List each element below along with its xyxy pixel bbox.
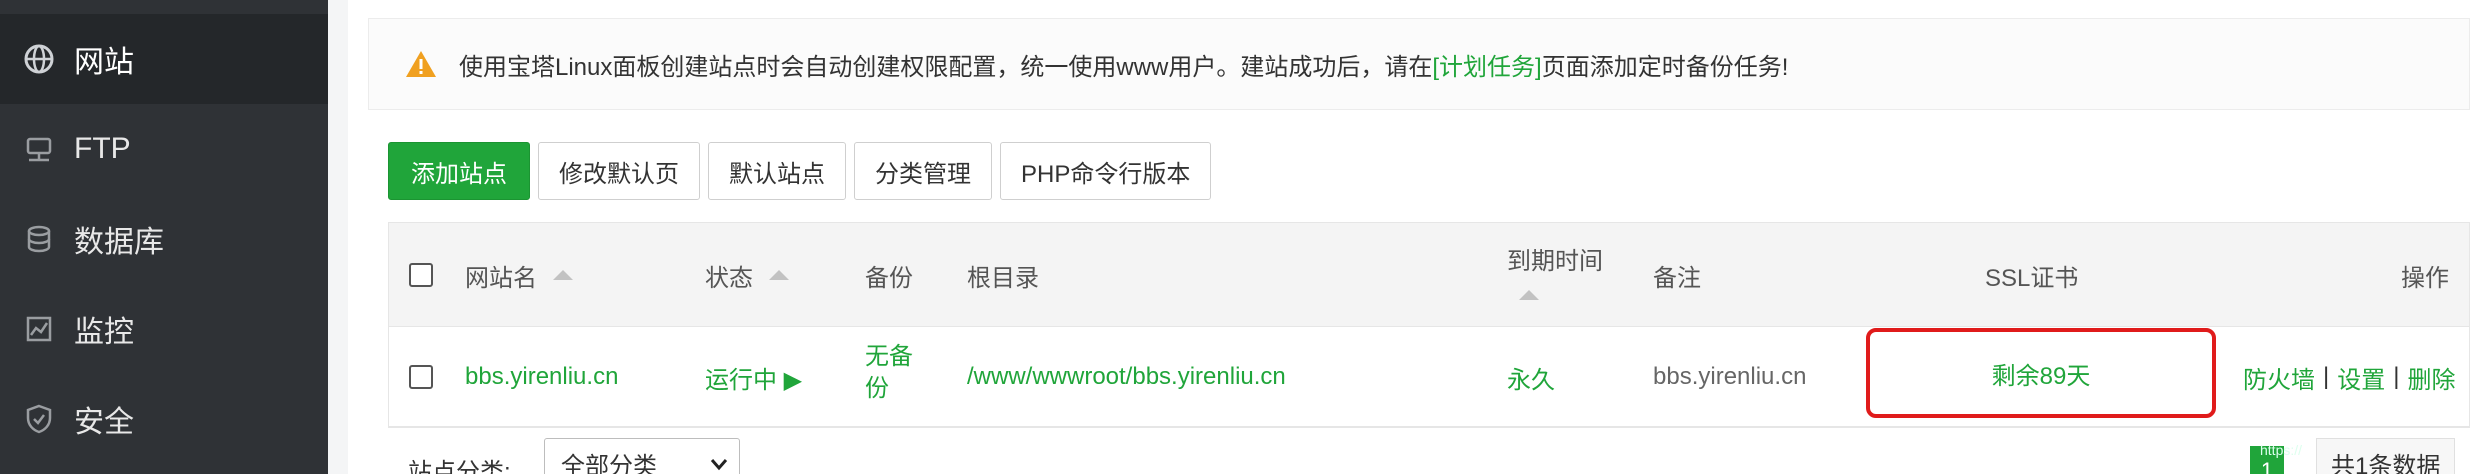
ftp-icon <box>22 132 56 166</box>
notice-text: 使用宝塔Linux面板创建站点时会自动创建权限配置，统一使用www用户。建站成功… <box>459 53 1433 81</box>
ssl-status[interactable]: 剩余89天 <box>1866 328 2216 418</box>
column-header-label: 状态 <box>705 264 753 292</box>
total-count: 共1条数据 <box>2316 438 2456 474</box>
sidebar-item-label: 网站 <box>74 46 134 79</box>
column-header-backup: 备份 <box>865 264 913 292</box>
expire-date[interactable]: 永久 <box>1507 327 1555 427</box>
column-header-label: 到期时间 <box>1507 248 1603 275</box>
firewall-link[interactable]: 防火墙 <box>2243 360 2315 395</box>
sidebar-item-database[interactable]: 数据库 <box>0 194 328 284</box>
default-site-button[interactable]: 默认站点 <box>708 142 846 200</box>
monitor-icon <box>22 312 56 346</box>
site-toolbar: 添加站点 修改默认页 默认站点 分类管理 PHP命令行版本 <box>388 142 1212 200</box>
add-site-button[interactable]: 添加站点 <box>388 142 530 200</box>
select-all-checkbox[interactable] <box>409 263 433 287</box>
column-header-status[interactable]: 状态 <box>705 223 789 327</box>
sidebar-item-monitor[interactable]: 监控 <box>0 284 328 374</box>
warning-icon <box>405 49 437 79</box>
row-checkbox[interactable] <box>409 365 433 389</box>
column-header-root-dir: 根目录 <box>967 264 1039 292</box>
sort-asc-icon[interactable] <box>769 270 789 280</box>
cron-task-link[interactable]: [计划任务] <box>1432 47 1541 82</box>
sidebar-item-website[interactable]: 网站 <box>0 14 328 104</box>
sidebar-item-label: 数据库 <box>74 226 164 259</box>
sidebar-item-label: FTP <box>74 132 131 165</box>
category-filter-label: 站点分类: <box>408 459 511 474</box>
edit-default-page-button[interactable]: 修改默认页 <box>538 142 700 200</box>
database-icon <box>22 222 56 256</box>
remark-field[interactable]: bbs.yirenliu.cn <box>1653 327 1806 427</box>
notice-text-tail: 页面添加定时备份任务! <box>1541 53 1789 81</box>
root-dir-link[interactable]: /www/wwwroot/bbs.yirenliu.cn <box>967 327 1286 427</box>
column-header-label: 网站名 <box>465 264 537 292</box>
delete-link[interactable]: 删除 <box>2407 360 2455 395</box>
column-header-expire[interactable]: 到期时间 <box>1507 241 1603 300</box>
sidebar: 网站 FTP 数据库 监控 安全 <box>0 0 328 474</box>
settings-link[interactable]: 设置 <box>2337 360 2385 395</box>
globe-icon <box>22 42 56 76</box>
action-separator: | <box>2323 363 2330 390</box>
sort-asc-icon[interactable] <box>553 270 573 280</box>
site-status-toggle[interactable]: 运行中 ▶ <box>705 327 802 427</box>
column-header-remark: 备注 <box>1653 264 1701 292</box>
category-manage-button[interactable]: 分类管理 <box>854 142 992 200</box>
shield-icon <box>22 402 56 436</box>
category-select-value: 全部分类 <box>561 452 657 474</box>
column-header-actions: 操作 <box>2401 264 2449 292</box>
sidebar-item-ftp[interactable]: FTP <box>0 104 328 194</box>
backup-text: 份 <box>865 375 889 402</box>
php-cli-version-button[interactable]: PHP命令行版本 <box>1000 142 1212 200</box>
row-actions: 防火墙 | 设置 | 删除 <box>2243 327 2455 427</box>
sidebar-item-label: 安全 <box>74 406 134 439</box>
backup-text: 无备 <box>865 343 913 370</box>
action-separator: | <box>2393 363 2400 390</box>
url-tooltip: https:// <box>2260 442 2303 458</box>
table-header: 网站名 状态 备份 根目录 到期时间 备注 SSL证书 操作 <box>389 223 2469 327</box>
column-header-site-name[interactable]: 网站名 <box>465 223 573 327</box>
backup-link[interactable]: 无备 份 <box>865 341 913 405</box>
sidebar-item-label: 监控 <box>74 316 134 349</box>
ssl-days-remaining: 剩余89天 <box>1991 362 2091 390</box>
column-header-ssl: SSL证书 <box>1985 264 2079 292</box>
notice-bar: 使用宝塔Linux面板创建站点时会自动创建权限配置，统一使用www用户。建站成功… <box>368 18 2470 110</box>
chevron-down-icon <box>709 453 729 474</box>
site-name-link[interactable]: bbs.yirenliu.cn <box>465 327 618 427</box>
sidebar-item-security[interactable]: 安全 <box>0 374 328 464</box>
category-select[interactable]: 全部分类 <box>544 438 740 474</box>
sort-asc-icon[interactable] <box>1519 290 1539 300</box>
